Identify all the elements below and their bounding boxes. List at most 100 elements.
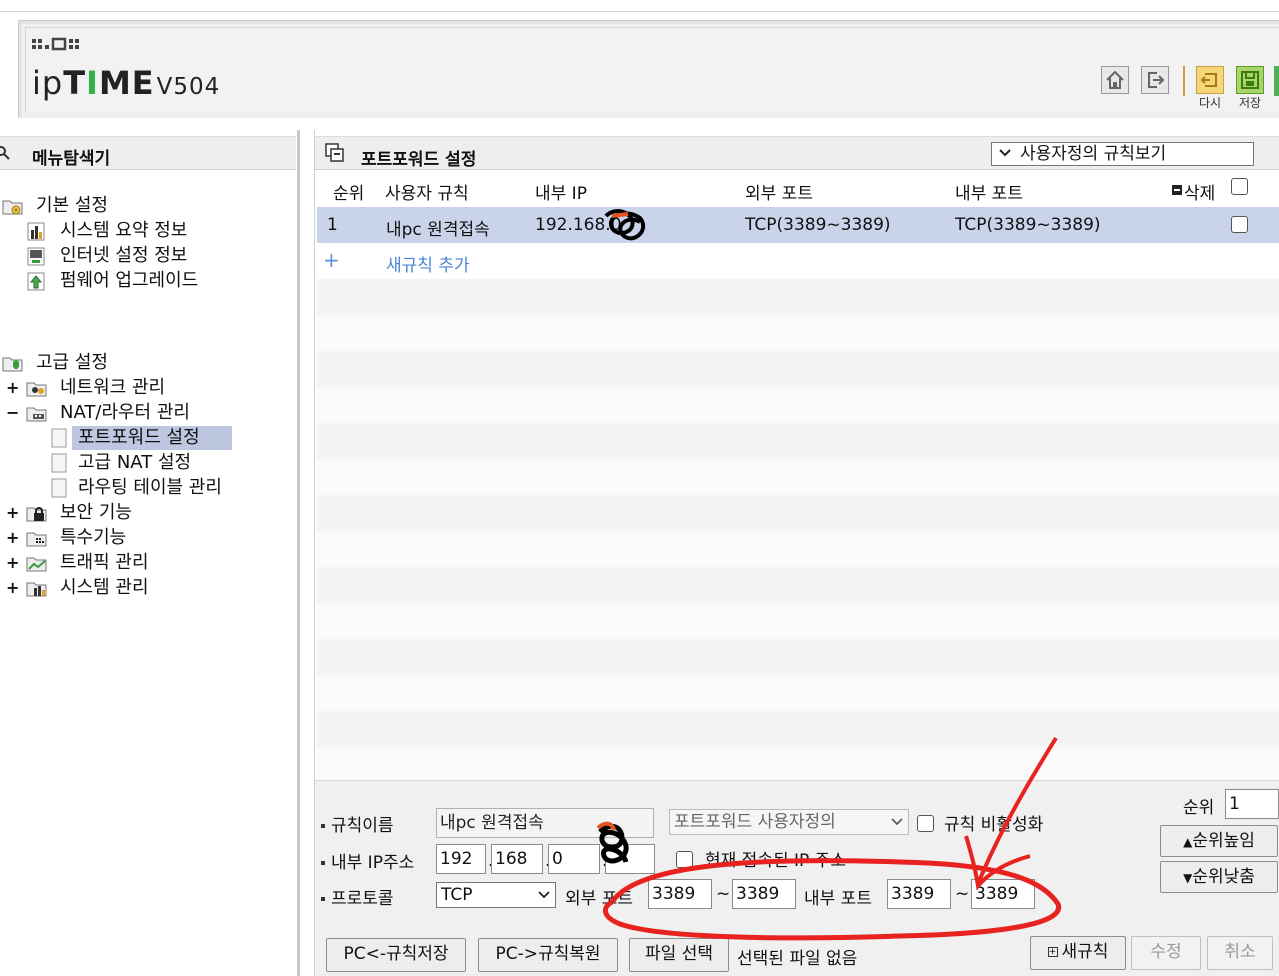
add-rule-link[interactable]: 새규칙 추가 — [386, 251, 470, 276]
menu-system-summary-label: 시스템 요약 정보 — [60, 220, 188, 241]
pc-restore-rules-button[interactable]: PC->규칙복원 — [478, 938, 618, 972]
upgrade-icon — [27, 272, 45, 291]
rule-delete-checkbox[interactable] — [1231, 216, 1248, 233]
menu-basic-settings[interactable]: 기본 설정 — [2, 194, 202, 218]
home-icon — [1106, 70, 1124, 89]
menu-traffic[interactable]: + 트래픽 관리 — [6, 551, 226, 575]
new-rule-button[interactable]: + 새규칙 — [1030, 936, 1126, 970]
header-separator — [1183, 66, 1185, 96]
rule-view-select[interactable]: 사용자정의 규칙보기 — [991, 142, 1254, 166]
retry-label: 다시 — [1199, 96, 1222, 110]
menu-nat-router-label: NAT/라우터 관리 — [60, 402, 190, 423]
external-port-label: 외부 포트 — [565, 889, 633, 909]
current-ip-label: 현재 접속된 IP 주소 — [705, 851, 846, 871]
order-input[interactable]: 1 — [1225, 789, 1279, 819]
menu-system-summary[interactable]: 시스템 요약 정보 — [26, 219, 226, 243]
menu-portforward-label: 포트포워드 설정 — [72, 426, 232, 450]
empty-row — [317, 459, 1279, 495]
ip-octet-4[interactable] — [605, 844, 655, 874]
retry-button[interactable] — [1196, 66, 1224, 94]
menu-portforward[interactable]: 포트포워드 설정 — [50, 426, 232, 450]
logout-button[interactable] — [1141, 66, 1169, 94]
disable-rule-checkbox[interactable] — [917, 815, 934, 832]
internal-port-to[interactable]: 3389 — [971, 879, 1035, 909]
rule-order: 1 — [327, 215, 338, 235]
save-icon — [1241, 71, 1259, 89]
external-port-to[interactable]: 3389 — [732, 879, 796, 909]
expand-icon[interactable]: + — [6, 505, 19, 521]
chevron-down-icon — [538, 891, 550, 899]
menu-internet-info[interactable]: 인터넷 설정 정보 — [26, 244, 226, 268]
port-range-tilde: ~ — [716, 884, 731, 904]
menu-explorer-title: 메뉴탐색기 — [32, 149, 111, 169]
menu-routing-table[interactable]: 라우팅 테이블 관리 — [50, 476, 250, 500]
home-button[interactable] — [1101, 66, 1129, 94]
menu-system-management[interactable]: + 시스템 관리 — [6, 576, 226, 600]
ip-octet-1[interactable]: 192 — [436, 844, 486, 874]
empty-row — [317, 495, 1279, 531]
folder-settings-icon — [2, 200, 23, 215]
menu-traffic-label: 트래픽 관리 — [60, 552, 149, 573]
empty-row — [317, 675, 1279, 711]
select-all-checkbox[interactable] — [1231, 178, 1248, 195]
product-name: ipTIME — [32, 64, 155, 102]
menu-advanced-settings[interactable]: 고급 설정 — [2, 351, 202, 375]
empty-row — [317, 639, 1279, 675]
menu-network-management-label: 네트워크 관리 — [60, 377, 166, 398]
priority-up-button[interactable]: ▲순위높임 — [1160, 825, 1278, 857]
efm-logo-icon — [32, 37, 79, 51]
portforward-panel: 포트포워드 설정 사용자정의 규칙보기 순위 사용자 규칙 내부 IP 외부 포… — [314, 130, 1279, 976]
ip-octet-2[interactable]: 168 — [491, 844, 543, 874]
menu-advanced-nat[interactable]: 고급 NAT 설정 — [50, 451, 232, 475]
menu-network-management[interactable]: + 네트워크 관리 — [6, 376, 226, 400]
search-icon — [0, 146, 10, 160]
triangle-up-icon: ▲ — [1183, 835, 1193, 849]
add-rule-row[interactable]: + 새규칙 추가 — [317, 243, 1279, 279]
pc-save-rules-button[interactable]: PC<-규칙저장 — [326, 938, 466, 972]
cancel-button[interactable]: 취소 — [1207, 936, 1273, 970]
file-select-button[interactable]: 파일 선택 — [629, 938, 729, 972]
bar-chart-icon — [27, 222, 45, 241]
internal-port-from[interactable]: 3389 — [887, 879, 951, 909]
menu-firmware-upgrade[interactable]: 펌웨어 업그레이드 — [26, 269, 226, 293]
menu-advanced-nat-label: 고급 NAT 설정 — [78, 452, 192, 473]
empty-row — [317, 315, 1279, 351]
logout-icon — [1148, 72, 1165, 88]
menu-security[interactable]: + 보안 기능 — [6, 501, 226, 525]
menu-special[interactable]: + 특수기능 — [6, 526, 226, 550]
menu-nat-router[interactable]: − NAT/라우터 관리 — [6, 401, 226, 425]
ip-octet-3[interactable]: 0 — [548, 844, 600, 874]
save-button[interactable] — [1236, 66, 1264, 94]
brand-logo: ipTIMEV504 — [32, 64, 220, 102]
empty-row — [317, 567, 1279, 603]
menu-firmware-upgrade-label: 펌웨어 업그레이드 — [60, 270, 199, 291]
expand-icon[interactable]: + — [6, 555, 19, 571]
folder-advanced-icon — [2, 357, 23, 372]
menu-routing-table-label: 라우팅 테이블 관리 — [78, 477, 222, 498]
empty-row — [317, 531, 1279, 567]
col-delete: 삭제 — [1184, 184, 1216, 204]
expand-icon[interactable]: + — [6, 580, 19, 596]
external-port-from[interactable]: 3389 — [648, 879, 712, 909]
table-row[interactable]: 1 내pc 원격접속 192.168.0 TCP(3389~3389) TCP(… — [317, 207, 1279, 243]
col-user-rule: 사용자 규칙 — [385, 184, 469, 204]
modify-button[interactable]: 수정 — [1131, 936, 1201, 970]
protocol-select[interactable]: TCP — [436, 882, 556, 908]
port-range-tilde: ~ — [955, 884, 970, 904]
menu-explorer-panel: 메뉴탐색기 기본 설정 시스템 요약 정보 인터넷 설정 정보 펌웨어 업그레이… — [0, 130, 300, 976]
empty-row — [317, 351, 1279, 387]
save-label: 저장 — [1239, 96, 1262, 110]
priority-down-button[interactable]: ▼순위낮춤 — [1160, 861, 1278, 893]
rule-type-value: 포트포워드 사용자정의 — [674, 812, 836, 832]
expand-icon[interactable]: + — [6, 380, 19, 396]
no-file-label: 선택된 파일 없음 — [737, 949, 858, 969]
empty-row — [317, 387, 1279, 423]
collapse-icon[interactable]: − — [6, 405, 19, 421]
triangle-down-icon: ▼ — [1183, 871, 1193, 885]
rule-name-input[interactable]: 내pc 원격접속 — [436, 808, 654, 838]
current-ip-checkbox[interactable] — [676, 851, 693, 868]
expand-icon[interactable]: + — [6, 530, 19, 546]
portforward-header: 포트포워드 설정 사용자정의 규칙보기 — [315, 136, 1279, 170]
rule-type-select[interactable]: 포트포워드 사용자정의 — [669, 809, 909, 835]
col-order: 순위 — [333, 184, 365, 204]
